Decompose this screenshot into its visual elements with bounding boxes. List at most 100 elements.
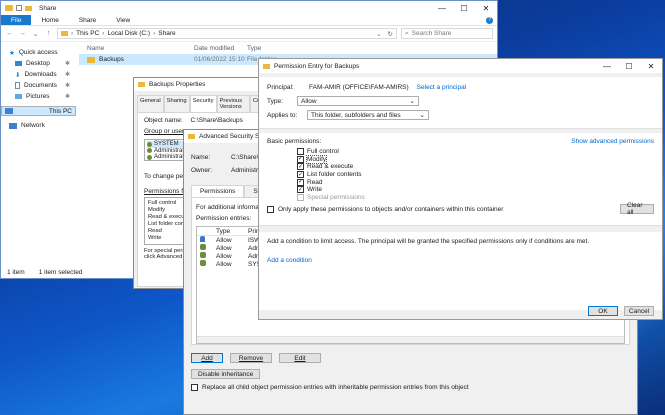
only-apply-checkbox[interactable]: [267, 205, 274, 213]
folder-icon: [263, 63, 270, 69]
breadcrumb-this-pc[interactable]: This PC: [76, 30, 99, 37]
explorer-window-controls: — ☐ ✕: [431, 1, 497, 15]
maximize-icon[interactable]: ☐: [618, 59, 640, 73]
object-name-value: C:\Share\Backups: [190, 117, 243, 124]
refresh-icon[interactable]: ↻: [388, 30, 393, 38]
list-folder-checkbox[interactable]: ✓: [297, 171, 304, 179]
column-type[interactable]: Type: [216, 228, 248, 235]
search-input[interactable]: ⌕ Search Share: [401, 28, 493, 39]
ribbon-tab-home[interactable]: Home: [31, 15, 68, 25]
breadcrumb-share[interactable]: Share: [158, 30, 175, 37]
breadcrumb-local-disk[interactable]: Local Disk (C:): [107, 30, 150, 37]
show-advanced-link[interactable]: Show advanced permissions: [571, 138, 654, 145]
folder-icon[interactable]: [25, 5, 32, 11]
ok-button[interactable]: OK: [588, 306, 618, 316]
column-date-modified[interactable]: Date modified: [194, 45, 247, 52]
help-icon[interactable]: ?: [486, 15, 493, 25]
replace-child-checkbox[interactable]: [191, 384, 198, 391]
minimize-icon[interactable]: —: [596, 59, 618, 73]
sidebar-item-downloads[interactable]: ⬇ Downloads ✱: [1, 69, 76, 80]
sidebar-item-network[interactable]: Network: [1, 120, 76, 131]
applies-to-select[interactable]: This folder, subfolders and files ⌄: [307, 110, 429, 120]
column-name[interactable]: Name: [79, 45, 194, 52]
horizontal-scrollbar[interactable]: [197, 336, 624, 343]
permission-list-folder-contents[interactable]: ✓ List folder contents: [267, 171, 654, 179]
clear-all-button[interactable]: Clear all: [620, 202, 654, 216]
permission-read[interactable]: ✓ Read: [267, 178, 654, 186]
permission-full-control[interactable]: Full control: [267, 148, 654, 156]
sidebar-item-this-pc[interactable]: This PC: [1, 106, 76, 116]
navigation-pane: ★ Quick access Desktop ✱ ⬇ Downloads ✱ D…: [1, 43, 76, 266]
applies-to-label: Applies to:: [267, 111, 298, 119]
status-item-count: 1 item: [7, 269, 25, 276]
tab-security[interactable]: Security: [189, 95, 217, 112]
select-principal-link[interactable]: Select a principal: [417, 84, 467, 91]
read-execute-checkbox[interactable]: ✓: [297, 163, 304, 171]
users-icon: [147, 141, 152, 147]
disable-inheritance-button[interactable]: Disable inheritance: [191, 369, 261, 379]
tab-general[interactable]: General: [137, 95, 164, 112]
add-button[interactable]: Add: [191, 353, 223, 363]
pin-icon: ✱: [64, 72, 70, 78]
write-checkbox[interactable]: ✓: [297, 186, 304, 194]
checkbox-icon[interactable]: [16, 5, 22, 11]
permission-entry-title: Permission Entry for Backups: [274, 62, 360, 70]
add-condition-link[interactable]: Add a condition: [267, 257, 654, 264]
basic-permissions-section: Basic permissions: Show advanced permiss…: [259, 133, 662, 226]
sidebar-item-quick-access[interactable]: ★ Quick access: [1, 47, 76, 58]
modify-checkbox[interactable]: ✓: [297, 155, 304, 163]
condition-text: Add a condition to limit access. The pri…: [267, 238, 590, 245]
sidebar-item-pictures[interactable]: Pictures ✱: [1, 91, 76, 102]
column-type[interactable]: Type: [247, 45, 287, 52]
read-checkbox[interactable]: ✓: [297, 178, 304, 186]
permission-modify[interactable]: ✓ Modify: [267, 154, 654, 164]
document-icon: [15, 82, 20, 89]
edit-button[interactable]: Edit: [279, 353, 321, 363]
only-apply-row: Only apply these permissions to objects …: [267, 202, 654, 216]
user-icon: [200, 236, 205, 242]
ribbon-tab-view[interactable]: View: [106, 15, 140, 25]
minimize-icon[interactable]: —: [431, 1, 453, 15]
explorer-title: Share: [39, 4, 57, 12]
pin-icon: ✱: [64, 61, 70, 67]
pin-icon: ✱: [64, 94, 70, 100]
basic-permissions-label: Basic permissions:: [267, 138, 322, 145]
pin-icon: ✱: [64, 83, 70, 89]
chevron-down-icon: ⌄: [419, 112, 425, 119]
ribbon-tab-share[interactable]: Share: [69, 15, 106, 25]
cancel-button[interactable]: Cancel: [624, 306, 654, 316]
address-bar[interactable]: › This PC › Local Disk (C:) › Share ⌄ ↻: [57, 28, 397, 39]
permission-special: Special permissions: [267, 193, 654, 202]
file-date: 01/06/2022 15:10: [194, 56, 245, 63]
network-icon: [9, 122, 17, 129]
forward-arrow-icon[interactable]: →: [18, 30, 27, 37]
tab-sharing[interactable]: Sharing: [163, 95, 190, 112]
recent-dropdown-icon[interactable]: ⌄: [31, 30, 40, 38]
ribbon-tab-file[interactable]: File: [1, 15, 32, 25]
folder-icon: [138, 82, 145, 87]
permission-write[interactable]: ✓ Write: [267, 186, 654, 194]
maximize-icon[interactable]: ☐: [453, 1, 475, 15]
up-arrow-icon[interactable]: ↑: [44, 30, 53, 37]
tab-permissions[interactable]: Permissions: [191, 185, 245, 197]
close-icon[interactable]: ✕: [640, 59, 662, 73]
folder-icon: [61, 31, 68, 36]
download-icon: ⬇: [15, 71, 21, 79]
address-dropdown-icon[interactable]: ⌄: [376, 30, 381, 38]
remove-button[interactable]: Remove: [230, 353, 272, 363]
sidebar-item-documents[interactable]: Documents ✱: [1, 80, 76, 91]
chevron-down-icon: ⌄: [409, 98, 415, 105]
explorer-titlebar: Share: [1, 1, 497, 15]
users-icon: [200, 244, 206, 250]
sidebar-item-desktop[interactable]: Desktop ✱: [1, 58, 76, 69]
permission-read-execute[interactable]: ✓ Read & execute: [267, 163, 654, 171]
back-arrow-icon[interactable]: ←: [5, 30, 14, 37]
tab-previous-versions[interactable]: Previous Versions: [216, 95, 250, 112]
special-permissions-checkbox: [297, 193, 304, 201]
full-control-checkbox[interactable]: [297, 148, 304, 156]
status-bar: 1 item 1 item selected: [7, 269, 82, 276]
principal-label: Principal:: [267, 83, 294, 91]
close-icon[interactable]: ✕: [475, 1, 497, 15]
type-select[interactable]: Allow ⌄: [297, 96, 419, 106]
replace-child-label: Replace all child object permission entr…: [202, 384, 469, 391]
